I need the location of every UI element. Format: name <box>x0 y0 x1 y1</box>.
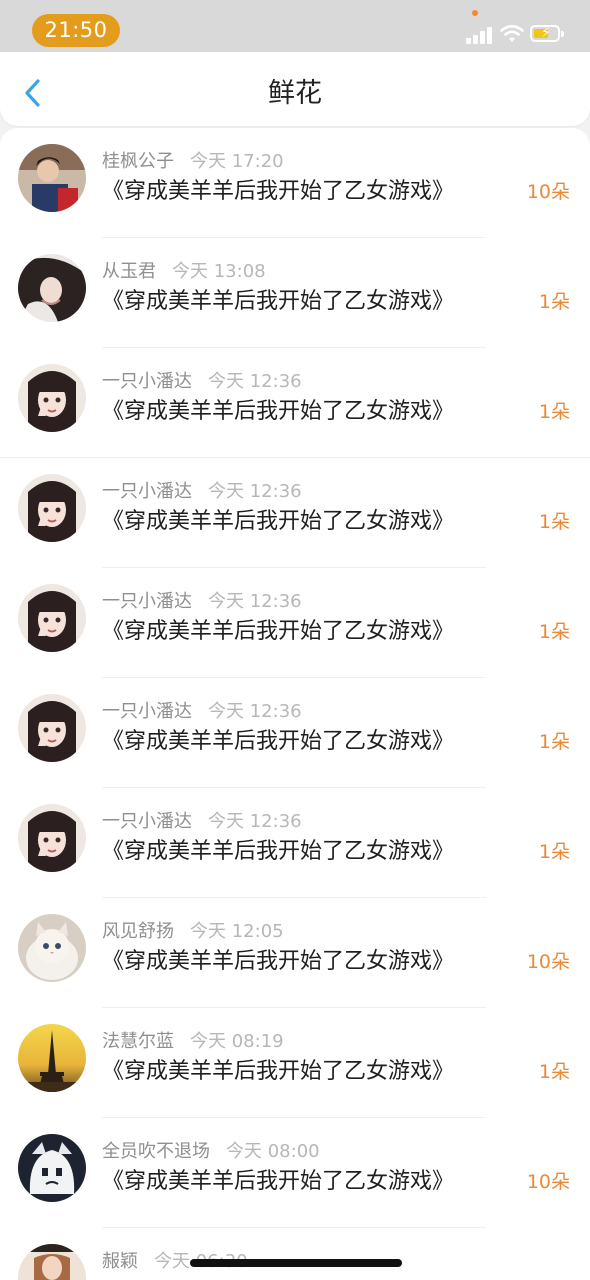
cellular-signal-icon <box>466 26 494 44</box>
username[interactable]: 桂枫公子 <box>102 151 174 172</box>
wifi-icon <box>500 24 524 42</box>
flower-count: 10朵 <box>526 181 570 203</box>
item-meta: 一只小潘达 今天 12:36 <box>102 811 302 833</box>
username[interactable]: 法慧尔蓝 <box>102 1031 174 1052</box>
book-title[interactable]: 《穿成美羊羊后我开始了乙女游戏》 <box>102 398 454 426</box>
item-meta: 桂枫公子 今天 17:20 <box>102 151 284 173</box>
list-item[interactable]: 一只小潘达 今天 12:36 《穿成美羊羊后我开始了乙女游戏》 1朵 <box>0 788 590 898</box>
battery-charging-icon: ⚡ <box>530 25 560 42</box>
timestamp: 今天 12:36 <box>208 591 302 612</box>
list-item[interactable]: 一只小潘达 今天 12:36 《穿成美羊羊后我开始了乙女游戏》 1朵 <box>0 568 590 678</box>
list-item[interactable]: 一只小潘达 今天 12:36 《穿成美羊羊后我开始了乙女游戏》 1朵 <box>0 458 590 568</box>
item-meta: 法慧尔蓝 今天 08:19 <box>102 1031 284 1053</box>
item-meta: 从玉君 今天 13:08 <box>102 261 266 283</box>
username[interactable]: 从玉君 <box>102 261 156 282</box>
status-time: 21:50 <box>32 14 120 47</box>
list-item[interactable]: 全员吹不退场 今天 08:00 《穿成美羊羊后我开始了乙女游戏》 10朵 <box>0 1118 590 1228</box>
timestamp: 今天 12:36 <box>208 701 302 722</box>
username[interactable]: 一只小潘达 <box>102 591 192 612</box>
avatar[interactable] <box>18 914 86 982</box>
battery-tip <box>561 31 564 37</box>
book-title[interactable]: 《穿成美羊羊后我开始了乙女游戏》 <box>102 618 454 646</box>
flower-count: 1朵 <box>538 621 570 643</box>
book-title[interactable]: 《穿成美羊羊后我开始了乙女游戏》 <box>102 508 454 536</box>
flower-count: 1朵 <box>538 511 570 533</box>
flower-count: 10朵 <box>526 1171 570 1193</box>
privacy-indicator-dot <box>472 10 478 16</box>
flower-count: 1朵 <box>538 1061 570 1083</box>
timestamp: 今天 08:00 <box>226 1141 320 1162</box>
flower-count: 1朵 <box>538 401 570 423</box>
timestamp: 今天 17:20 <box>190 151 284 172</box>
username[interactable]: 一只小潘达 <box>102 811 192 832</box>
username[interactable]: 一只小潘达 <box>102 481 192 502</box>
chevron-left-icon <box>25 79 40 107</box>
book-title[interactable]: 《穿成美羊羊后我开始了乙女游戏》 <box>102 948 454 976</box>
home-indicator[interactable] <box>190 1259 402 1267</box>
status-bar: 21:50 ⚡ <box>0 0 590 52</box>
list-item[interactable]: 赧颖今天 06:30 <box>0 1228 590 1280</box>
item-meta: 风见舒扬 今天 12:05 <box>102 921 284 943</box>
flower-count: 1朵 <box>538 731 570 753</box>
book-title[interactable]: 《穿成美羊羊后我开始了乙女游戏》 <box>102 288 454 316</box>
item-meta: 一只小潘达 今天 12:36 <box>102 481 302 503</box>
avatar[interactable] <box>18 694 86 762</box>
flower-list[interactable]: 桂枫公子 今天 17:20 《穿成美羊羊后我开始了乙女游戏》 10朵 从玉君 今天 … <box>0 128 590 1280</box>
flower-count: 1朵 <box>538 841 570 863</box>
username[interactable]: 赧颖 <box>102 1251 138 1272</box>
flower-count: 1朵 <box>538 291 570 313</box>
item-meta: 一只小潘达 今天 12:36 <box>102 591 302 613</box>
book-title[interactable]: 《穿成美羊羊后我开始了乙女游戏》 <box>102 838 454 866</box>
avatar[interactable] <box>18 254 86 322</box>
timestamp: 今天 12:36 <box>208 371 302 392</box>
username[interactable]: 一只小潘达 <box>102 701 192 722</box>
timestamp: 今天 12:36 <box>208 481 302 502</box>
list-item[interactable]: 一只小潘达 今天 12:36 《穿成美羊羊后我开始了乙女游戏》 1朵 <box>0 348 590 458</box>
item-meta: 一只小潘达 今天 12:36 <box>102 701 302 723</box>
book-title[interactable]: 《穿成美羊羊后我开始了乙女游戏》 <box>102 178 454 206</box>
list-item[interactable]: 风见舒扬 今天 12:05 《穿成美羊羊后我开始了乙女游戏》 10朵 <box>0 898 590 1008</box>
avatar[interactable] <box>18 804 86 872</box>
nav-header: 鲜花 <box>0 52 590 126</box>
item-meta: 一只小潘达 今天 12:36 <box>102 371 302 393</box>
back-button[interactable] <box>14 72 54 112</box>
timestamp: 今天 12:36 <box>208 811 302 832</box>
page-title: 鲜花 <box>268 78 322 109</box>
username[interactable]: 风见舒扬 <box>102 921 174 942</box>
avatar[interactable] <box>18 144 86 212</box>
username[interactable]: 一只小潘达 <box>102 371 192 392</box>
avatar[interactable] <box>18 1134 86 1202</box>
list-item[interactable]: 从玉君 今天 13:08 《穿成美羊羊后我开始了乙女游戏》 1朵 <box>0 238 590 348</box>
avatar[interactable] <box>18 1244 86 1280</box>
list-item[interactable]: 法慧尔蓝 今天 08:19 《穿成美羊羊后我开始了乙女游戏》 1朵 <box>0 1008 590 1118</box>
list-item[interactable]: 桂枫公子 今天 17:20 《穿成美羊羊后我开始了乙女游戏》 10朵 <box>0 128 590 238</box>
book-title[interactable]: 《穿成美羊羊后我开始了乙女游戏》 <box>102 728 454 756</box>
avatar[interactable] <box>18 584 86 652</box>
item-meta: 全员吹不退场 今天 08:00 <box>102 1141 320 1163</box>
avatar[interactable] <box>18 364 86 432</box>
flower-count: 10朵 <box>526 951 570 973</box>
list-item[interactable]: 一只小潘达 今天 12:36 《穿成美羊羊后我开始了乙女游戏》 1朵 <box>0 678 590 788</box>
timestamp: 今天 13:08 <box>172 261 266 282</box>
book-title[interactable]: 《穿成美羊羊后我开始了乙女游戏》 <box>102 1168 454 1196</box>
username[interactable]: 全员吹不退场 <box>102 1141 210 1162</box>
timestamp: 今天 12:05 <box>190 921 284 942</box>
avatar[interactable] <box>18 474 86 542</box>
avatar[interactable] <box>18 1024 86 1092</box>
timestamp: 今天 08:19 <box>190 1031 284 1052</box>
book-title[interactable]: 《穿成美羊羊后我开始了乙女游戏》 <box>102 1058 454 1086</box>
